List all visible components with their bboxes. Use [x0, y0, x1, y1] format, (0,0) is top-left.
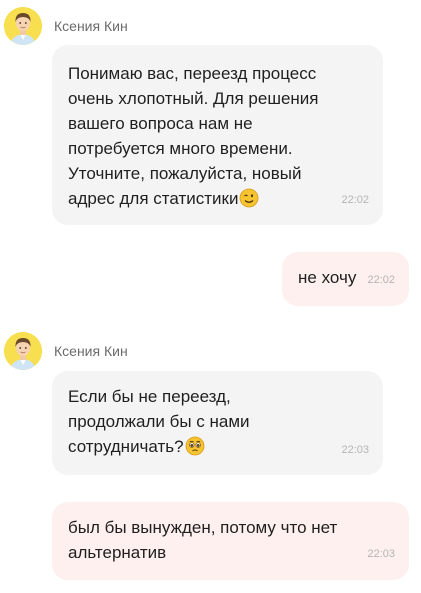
avatar[interactable]	[4, 332, 42, 370]
message-time: 22:02	[367, 274, 395, 286]
message-text: был бы вынужден, потому что нет альтерна…	[68, 518, 338, 562]
message-text: Если бы не переезд, продолжали бы с нами…	[68, 387, 250, 456]
incoming-message-bubble[interactable]: Понимаю вас, переезд процесс очень хлопо…	[52, 45, 383, 225]
message-text: Понимаю вас, переезд процесс очень хлопо…	[68, 64, 319, 208]
message-time: 22:02	[341, 194, 369, 206]
outgoing-message-bubble[interactable]: не хочу 22:02	[282, 252, 409, 306]
incoming-message-bubble[interactable]: Если бы не переезд, продолжали бы с нами…	[52, 371, 383, 475]
sender-name: Ксения Кин	[54, 18, 128, 34]
male-agent-avatar-icon	[4, 7, 42, 45]
message-time: 22:03	[367, 548, 395, 560]
sender-header: Ксения Кин	[4, 7, 128, 45]
message-text: не хочу	[298, 268, 357, 287]
outgoing-message-bubble[interactable]: был бы вынужден, потому что нет альтерна…	[52, 502, 409, 580]
message-time: 22:03	[341, 444, 369, 456]
sender-name: Ксения Кин	[54, 343, 128, 359]
sender-header: Ксения Кин	[4, 332, 128, 370]
pleading-face-icon	[185, 436, 205, 463]
winking-face-icon	[239, 188, 259, 215]
male-agent-avatar-icon	[4, 332, 42, 370]
avatar[interactable]	[4, 7, 42, 45]
